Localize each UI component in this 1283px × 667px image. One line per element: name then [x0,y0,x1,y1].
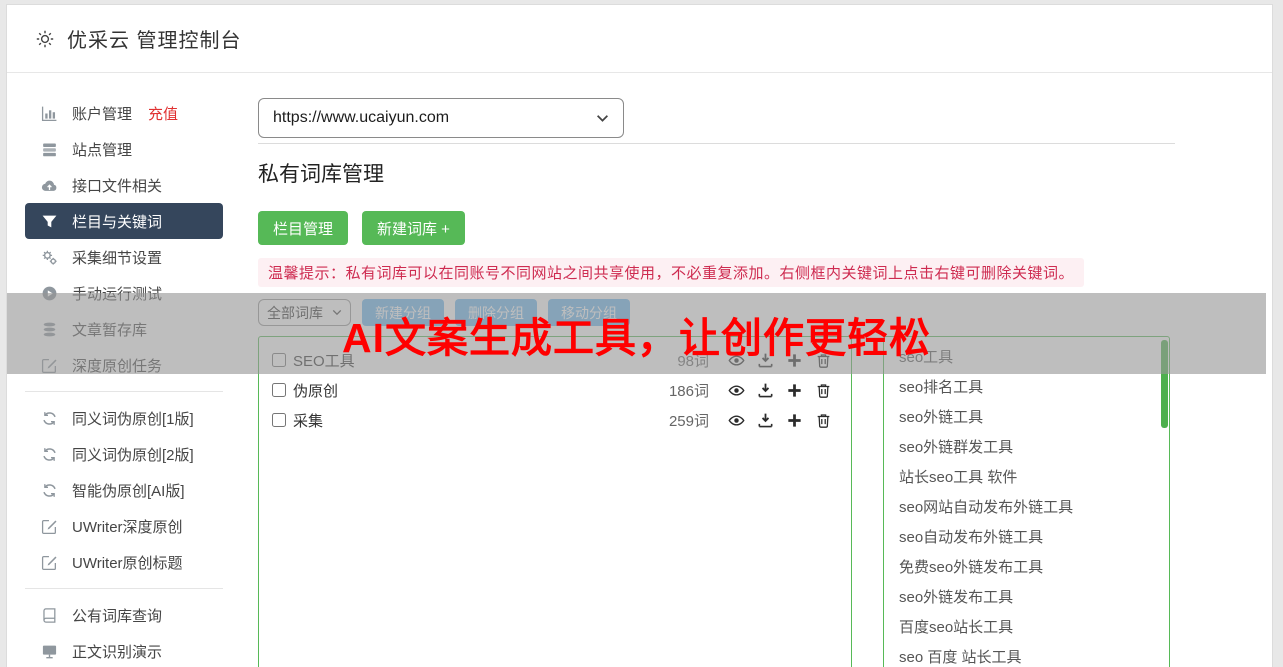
sidebar-item-label: 采集细节设置 [72,249,163,267]
delete-icon[interactable] [815,412,832,429]
recharge-badge[interactable]: 充值 [148,103,178,124]
keyword-item[interactable]: seo外链工具 [884,403,1169,433]
sidebar-item-label: UWriter深度原创 [72,518,183,536]
sidebar-divider [25,588,223,589]
lexicon-checkbox[interactable] [272,383,286,397]
sidebar-item-content-recognition[interactable]: 正文识别演示 [25,633,223,667]
keyword-item[interactable]: 免费seo外链发布工具 [884,553,1169,583]
sidebar-item-uwriter-title[interactable]: UWriter原创标题 [25,544,223,580]
lexicon-name: 采集 [293,412,324,430]
keyword-item[interactable]: seo外链群发工具 [884,433,1169,463]
cloud-upload-icon [41,179,58,191]
server-icon [43,143,56,156]
filter-icon [42,215,57,227]
sidebar-item-sites[interactable]: 站点管理 [25,131,223,167]
refresh-icon [43,482,56,498]
sidebar-item-label: 公有词库查询 [72,607,163,625]
lexicon-name: 伪原创 [293,382,339,400]
keyword-item[interactable]: seo外链发布工具 [884,583,1169,613]
sidebar-item-label: 账户管理 [72,105,133,123]
download-icon[interactable] [757,412,774,429]
sidebar-divider [25,391,223,392]
sidebar-item-collect-settings[interactable]: 采集细节设置 [25,239,223,275]
sidebar-item-label: 接口文件相关 [72,177,163,195]
ad-banner-text: AI文案生成工具，让创作更轻松 [342,314,931,361]
sidebar-item-uwriter-deep[interactable]: UWriter深度原创 [25,508,223,544]
gear-logo-icon [36,29,54,48]
lexicon-word-count: 259词 [668,412,709,430]
monitor-icon [42,644,57,658]
view-icon[interactable] [728,412,745,429]
download-icon[interactable] [757,382,774,399]
refresh-icon [43,446,56,462]
edit-icon [41,519,58,534]
sidebar-item-synonym-v1[interactable]: 同义词伪原创[1版] [25,400,223,436]
page-title: 私有词库管理 [258,163,384,186]
sidebar-item-label: 站点管理 [72,141,133,159]
sidebar-item-interface-files[interactable]: 接口文件相关 [25,167,223,203]
bar-chart-icon [41,105,58,121]
keyword-item[interactable]: seo网站自动发布外链工具 [884,493,1169,523]
keyword-list-panel: seo工具 seo排名工具 seo外链工具 seo外链群发工具 站长seo工具 … [883,336,1170,667]
chevron-down-icon [596,114,609,122]
sidebar-item-columns-keywords[interactable]: 栏目与关键词 [25,203,223,239]
lexicon-row-pseudo-original: 伪原创 186词 [259,375,851,405]
view-icon[interactable] [728,382,745,399]
lexicon-checkbox[interactable] [272,413,286,427]
add-icon[interactable] [786,412,803,429]
keyword-item[interactable]: 站长seo工具 软件 [884,463,1169,493]
content-divider [258,143,1175,144]
lexicon-word-count: 186词 [668,382,709,400]
edit-icon [41,555,58,570]
book-icon [43,607,56,623]
sidebar-item-synonym-v2[interactable]: 同义词伪原创[2版] [25,436,223,472]
add-icon[interactable] [786,382,803,399]
app-title: 优采云 管理控制台 [67,30,242,52]
sidebar-item-public-lexicon[interactable]: 公有词库查询 [25,597,223,633]
sidebar-item-label: 栏目与关键词 [72,213,163,231]
sidebar-item-label: 智能伪原创[AI版] [72,482,185,500]
keyword-item[interactable]: 百度seo站长工具 [884,613,1169,643]
keyword-item[interactable]: seo自动发布外链工具 [884,523,1169,553]
sidebar-item-label: UWriter原创标题 [72,554,183,572]
keyword-item[interactable]: seo排名工具 [884,373,1169,403]
keyword-item[interactable]: seo 百度 站长工具 [884,643,1169,667]
app-header: 优采云 管理控制台 [7,5,1272,73]
column-manage-button[interactable]: 栏目管理 [258,211,349,245]
site-selector-value: https://www.ucaiyun.com [273,109,450,126]
ad-banner-overlay: AI文案生成工具，让创作更轻松 [7,293,1266,374]
new-lexicon-button[interactable]: 新建词库 + [362,211,465,245]
sidebar-item-label: 同义词伪原创[1版] [72,410,194,428]
gears-icon [42,249,58,265]
sidebar-item-ai-rewrite[interactable]: 智能伪原创[AI版] [25,472,223,508]
sidebar-item-account[interactable]: 账户管理 充值 [25,95,223,131]
sidebar-item-label: 正文识别演示 [72,643,163,661]
lexicon-row-collect: 采集 259词 [259,405,851,435]
refresh-icon [43,410,56,426]
delete-icon[interactable] [815,382,832,399]
tip-banner: 温馨提示：私有词库可以在同账号不同网站之间共享使用，不必重复添加。右侧框内关键词… [258,258,1085,287]
lexicon-list-panel: SEO工具 98词 伪原创 186词 [258,336,852,667]
site-selector[interactable]: https://www.ucaiyun.com [258,98,624,138]
sidebar-item-label: 同义词伪原创[2版] [72,446,194,464]
